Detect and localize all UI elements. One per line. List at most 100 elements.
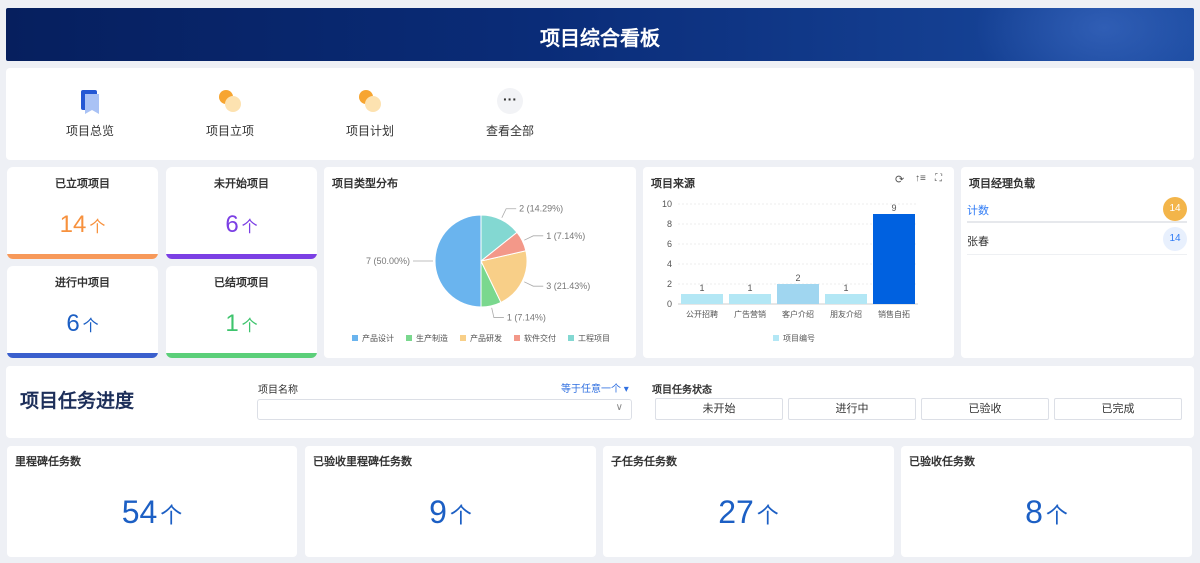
legend-swatch [406,335,412,341]
page-title: 项目综合看板 [540,28,660,50]
stat-title: 子任务任务数 [611,456,677,468]
task-stat-card[interactable]: 子任务任务数 27 个 [603,446,894,557]
pie-data-label: 1 (7.14%) [507,313,546,323]
filter-label: 项目名称 [258,385,298,396]
x-tick-label: 公开招聘 [686,309,718,319]
count-badge: 14 [1163,197,1187,221]
pie-data-label: 1 (7.14%) [546,231,585,241]
x-tick-label: 客户介绍 [782,309,814,319]
stat-title: 进行中项目 [55,277,110,289]
status-not-started-button[interactable]: 未开始 [655,398,783,420]
shortcut-project-setup[interactable]: 项目立项 [180,88,280,139]
stat-title: 里程碑任务数 [15,456,81,468]
stat-card[interactable]: 已结项项目 1 个 [166,266,317,358]
row-name: 张春 [967,236,989,248]
manager-row-total[interactable]: 计数 14 [967,195,1187,223]
project-type-chart: 项目类型分布 7 (50.00%) 1 (7.14%) 3 (21.43%) 1 (7… [324,167,636,358]
shortcut-label: 项目计划 [345,124,394,138]
bar-value-label: 1 [843,283,848,293]
legend-swatch [352,335,358,341]
status-in-progress-button[interactable]: 进行中 [788,398,916,420]
stat-value: 8个 [901,494,1192,531]
legend-swatch [568,335,574,341]
task-stat-card[interactable]: 已验收任务数 8 个 [901,446,1192,557]
legend-label[interactable]: 产品研发 [470,333,502,343]
bar-chart: 0 2 4 6 8 10 1 公开招聘 1 广告营销 2 客户介绍 1 朋友介绍 9 销售自拓项目编号 [662,199,918,343]
stat-card[interactable]: 已立项项目 14 个 [7,167,158,259]
filter-mode-dropdown[interactable]: 等于任意一个 ▾ [561,380,629,395]
legend-label[interactable]: 工程项目 [578,334,610,343]
bar-销售自拓[interactable] [873,214,915,304]
pie-slice-0[interactable] [434,214,482,308]
count-badge: 14 [1163,227,1187,251]
stat-card[interactable]: 未开始项目 6 个 [166,167,317,259]
document-icon [77,88,103,114]
shortcut-project-plan[interactable]: 项目计划 [320,88,420,139]
project-name-select[interactable]: ∨ [257,399,632,420]
section-title: 项目任务进度 [20,391,135,412]
stat-number: 54 [121,494,158,530]
manager-row[interactable]: 张春 14 [967,225,1187,255]
y-tick-label: 4 [667,259,672,269]
legend-label[interactable]: 产品设计 [362,333,394,343]
legend-label[interactable]: 项目编号 [783,333,815,343]
task-stat-card[interactable]: 里程碑任务数 54 个 [7,446,297,557]
stat-number: 27 [718,494,754,530]
y-tick-label: 6 [667,239,672,249]
legend-label[interactable]: 生产制造 [416,333,448,343]
plan-clock-icon [357,88,383,114]
panel-title: 项目经理负载 [969,178,1035,190]
manager-load-panel: 项目经理负载 计数 14 张春 14 [961,167,1194,358]
bar-朋友介绍[interactable] [825,294,867,304]
stat-title: 已验收任务数 [909,456,975,468]
stat-number: 6 [66,310,80,337]
stat-unit: 个 [89,219,106,236]
legend-swatch [773,335,779,341]
legend-swatch [514,335,520,341]
x-tick-label: 朋友介绍 [830,309,862,319]
pie-label-line [524,281,544,287]
pie-label-line [501,208,517,218]
bar-广告营销[interactable] [729,294,771,304]
status-label: 项目任务状态 [652,385,712,396]
stat-title: 已立项项目 [55,178,110,190]
legend-swatch [460,335,466,341]
caret-down-icon: ▾ [623,384,629,395]
bar-value-label: 2 [795,273,800,283]
more-icon: ··· [497,88,523,114]
stat-unit: 个 [241,219,258,236]
legend-label[interactable]: 软件交付 [524,333,556,343]
stat-unit: 个 [82,318,99,335]
status-completed-button[interactable]: 已完成 [1054,398,1182,420]
pie-label-line [524,235,544,241]
stat-card[interactable]: 进行中项目 6 个 [7,266,158,358]
bar-公开招聘[interactable] [681,294,723,304]
stat-accent-bar [7,353,158,358]
pie-label-line [491,307,504,318]
stat-number: 1 [225,310,239,337]
stat-value: 27 个 [603,494,894,531]
stat-number: 6 [225,211,239,238]
stat-value: 1个 [166,310,317,338]
shortcut-view-all[interactable]: ··· 查看全部 [460,88,560,139]
project-source-chart: 项目来源 ⟳ ↑≡ ⛶ 0 2 4 6 8 10 1 公开招聘 1 广告营销 2 客户介绍 1 朋友介绍 9… [643,167,954,358]
task-stat-card[interactable]: 已验收里程碑任务数 9 个 [305,446,596,557]
pie-chart: 7 (50.00%) 1 (7.14%) 3 (21.43%) 1 (7.14%) 2 … [352,204,610,343]
shortcut-project-overview[interactable]: 项目总览 [40,88,140,139]
status-accepted-button[interactable]: 已验收 [921,398,1049,420]
stat-accent-bar [7,254,158,259]
bar-客户介绍[interactable] [777,284,819,304]
stat-unit: 个 [241,318,258,335]
project-setup-icon [217,88,243,114]
stat-unit: 个 [449,503,472,528]
stat-value: 14 个 [7,211,158,239]
filter-mode-label: 等于任意一个 [561,384,621,395]
bar-value-label: 1 [699,283,704,293]
stat-value: 9个 [305,494,596,531]
x-tick-label: 广告营销 [734,309,766,319]
stat-number: 14 [59,211,87,238]
pie-data-label: 7 (50.00%) [366,256,410,266]
stat-unit: 个 [160,503,183,528]
y-tick-label: 2 [667,279,672,289]
stat-title: 已结项项目 [214,277,269,289]
